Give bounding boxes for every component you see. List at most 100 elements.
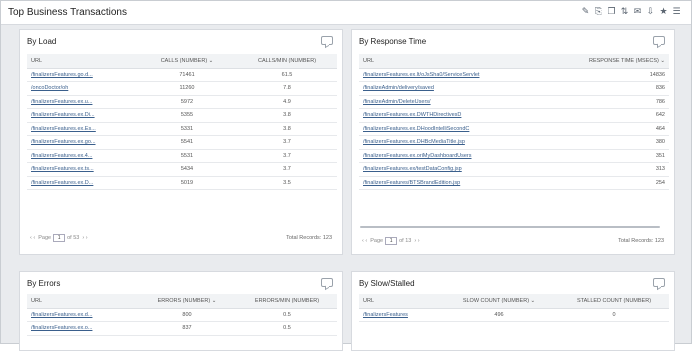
prev-page-button[interactable]: ‹ ‹: [30, 235, 35, 241]
panel-title: By Errors: [27, 279, 61, 288]
url-link[interactable]: /finalizersFeatures.ex.lt/oJsSha0/Servic…: [359, 68, 559, 82]
panel-by-slow-stalled: By Slow/Stalled URL SLOW COUNT (NUMBER) …: [351, 271, 675, 351]
prev-page-button[interactable]: ‹ ‹: [362, 238, 367, 244]
panel-title: By Load: [27, 37, 57, 46]
table-row[interactable]: /finalizersFeatures.ex.D... 5019 3.5: [27, 176, 337, 190]
url-link[interactable]: /finalizersFeatures.ex.Es...: [27, 122, 137, 136]
horizontal-scrollbar[interactable]: [360, 226, 660, 228]
table-cell: 642: [559, 108, 669, 123]
page-count: of 13: [399, 238, 412, 244]
table-cell: 14836: [559, 68, 669, 82]
column-header-calls[interactable]: CALLS (NUMBER) ⌄: [137, 54, 237, 69]
url-link[interactable]: /oncoDoctor/oh: [27, 81, 137, 96]
table-cell: 5434: [137, 162, 237, 177]
panel-by-errors: By Errors URL ERRORS (NUMBER) ⌄ ERRORS/M…: [19, 271, 343, 351]
column-header-url[interactable]: URL: [27, 294, 137, 309]
url-link[interactable]: /finalizersFeatures.ex.D...: [27, 176, 137, 190]
column-header-slow-count[interactable]: SLOW COUNT (NUMBER) ⌄: [439, 294, 559, 309]
next-page-button[interactable]: › ›: [82, 235, 87, 241]
column-header-errors-min[interactable]: ERRORS/MIN (NUMBER): [237, 294, 337, 309]
page-input[interactable]: 1: [53, 234, 66, 242]
table-cell: 786: [559, 95, 669, 109]
url-link[interactable]: /finalizersFeatures: [359, 308, 439, 322]
table-cell: 5972: [137, 95, 237, 109]
table-row[interactable]: /finalizersFeatures.ex.u... 5972 4.9: [27, 95, 337, 109]
page-input[interactable]: 1: [385, 237, 398, 245]
url-link[interactable]: /finalizersFeatures.go.d...: [27, 68, 137, 82]
table-cell: 3.7: [237, 135, 337, 150]
table-row[interactable]: /finalizersFeatures.ex.Di... 5355 3.8: [27, 108, 337, 123]
url-link[interactable]: /finalizersFeatures.ex.4...: [27, 149, 137, 163]
email-icon[interactable]: ✉: [633, 7, 642, 17]
table-row[interactable]: /finalizersFeatures.go.d... 71461 61.5: [27, 68, 337, 82]
url-link[interactable]: /finalizersFeatures/BTSBrandEdition.jsp: [359, 176, 559, 190]
url-link[interactable]: /finalizersFeatures.ex.d...: [27, 308, 137, 322]
column-header-url[interactable]: URL: [359, 54, 559, 69]
url-link[interactable]: /finalizersFeatures.ex/testDataConfig.js…: [359, 162, 559, 177]
comment-icon[interactable]: [653, 278, 665, 287]
duplicate-icon[interactable]: ❐: [607, 7, 616, 17]
table-cell: 836: [559, 81, 669, 96]
table-cell: 0.5: [237, 308, 337, 322]
comment-icon[interactable]: [321, 278, 333, 287]
url-link[interactable]: /finalizersFeatures.ex.go...: [27, 135, 137, 150]
url-link[interactable]: /finalizeAdmin/delivery/saved: [359, 81, 559, 96]
table-row[interactable]: /finalizersFeatures.ex.DHoodIntelliSecon…: [359, 122, 669, 136]
table-row[interactable]: /finalizersFeatures.ex.Es... 5331 3.8: [27, 122, 337, 136]
table-cell: 3.8: [237, 108, 337, 123]
comment-icon[interactable]: [653, 36, 665, 45]
dashboard-frame: Top Business Transactions ✎ ⎘ ❐ ⇅ ✉ ⇩ ★ …: [0, 0, 692, 351]
table-row[interactable]: /finalizersFeatures.ex.go... 5541 3.7: [27, 135, 337, 150]
table-row[interactable]: /finalizersFeatures.ex.d... 800 0.5: [27, 308, 337, 322]
url-link[interactable]: /finalizersFeatures.ex.DHBcMediaTitle.js…: [359, 135, 559, 150]
url-link[interactable]: /finalizersFeatures.ex.Di...: [27, 108, 137, 123]
comment-icon[interactable]: [321, 36, 333, 45]
table-cell: 11260: [137, 81, 237, 96]
table-cell: 5531: [137, 149, 237, 163]
url-link[interactable]: /finalizersFeatures.ex.ts...: [27, 162, 137, 177]
load-table: URL CALLS (NUMBER) ⌄ CALLS/MIN (NUMBER) …: [27, 54, 337, 190]
table-row[interactable]: /finalizersFeatures 496 0: [359, 308, 669, 322]
table-row[interactable]: /finalizersFeatures.ex.oriMyDashboardUse…: [359, 149, 669, 163]
table-row[interactable]: /finalizeAdmin/DeleteUsers/786: [359, 95, 669, 109]
table-cell: 313: [559, 162, 669, 177]
total-records: Total Records: 123: [286, 235, 332, 241]
column-header-stalled-count[interactable]: STALLED COUNT (NUMBER): [559, 294, 669, 309]
table-row[interactable]: /finalizeAdmin/delivery/saved 836: [359, 81, 669, 96]
table-row[interactable]: /finalizersFeatures/BTSBrandEdition.jsp 2…: [359, 176, 669, 190]
table-row[interactable]: /finalizersFeatures.ex.DHBcMediaTitle.js…: [359, 135, 669, 150]
column-header-url[interactable]: URL: [359, 294, 439, 309]
table-cell: 3.7: [237, 149, 337, 163]
url-link[interactable]: /finalizersFeatures.ex.o...: [27, 321, 137, 336]
page-label: Page: [38, 235, 52, 241]
export-icon[interactable]: ⇩: [646, 7, 655, 17]
table-cell: 254: [559, 176, 669, 190]
table-cell: 496: [439, 308, 559, 322]
menu-icon[interactable]: ☰: [672, 7, 681, 17]
column-header-calls-min[interactable]: CALLS/MIN (NUMBER): [237, 54, 337, 69]
next-page-button[interactable]: › ›: [414, 238, 419, 244]
url-link[interactable]: /finalizersFeatures.ex.oriMyDashboardUse…: [359, 149, 559, 163]
column-header-url[interactable]: URL: [27, 54, 137, 69]
table-row[interactable]: /finalizersFeatures.ex/testDataConfig.js…: [359, 162, 669, 177]
table-cell: 351: [559, 149, 669, 163]
table-row[interactable]: /finalizersFeatures.ex.ts... 5434 3.7: [27, 162, 337, 177]
column-header-errors[interactable]: ERRORS (NUMBER) ⌄: [137, 294, 237, 309]
sort-icon[interactable]: ⇅: [620, 7, 629, 17]
table-cell: 4.9: [237, 95, 337, 109]
copy-icon[interactable]: ⎘: [594, 7, 603, 17]
table-row[interactable]: /oncoDoctor/oh 11260 7.8: [27, 81, 337, 96]
table-row[interactable]: /finalizersFeatures.ex.lt/oJsSha0/Servic…: [359, 68, 669, 82]
url-link[interactable]: /finalizeAdmin/DeleteUsers/: [359, 95, 559, 109]
table-cell: 5541: [137, 135, 237, 150]
edit-icon[interactable]: ✎: [581, 7, 590, 17]
table-row[interactable]: /finalizersFeatures.ex.DWTHDirectivesD 64…: [359, 108, 669, 123]
column-header-response-time[interactable]: RESPONSE TIME (MSECS) ⌄: [559, 54, 669, 69]
table-row[interactable]: /finalizersFeatures.ex.4... 5531 3.7: [27, 149, 337, 163]
url-link[interactable]: /finalizersFeatures.ex.u...: [27, 95, 137, 109]
favorite-icon[interactable]: ★: [659, 7, 668, 17]
table-cell: 71461: [137, 68, 237, 82]
table-row[interactable]: /finalizersFeatures.ex.o... 837 0.5: [27, 321, 337, 336]
url-link[interactable]: /finalizersFeatures.ex.DHoodIntelliSecon…: [359, 122, 559, 136]
url-link[interactable]: /finalizersFeatures.ex.DWTHDirectivesD: [359, 108, 559, 123]
